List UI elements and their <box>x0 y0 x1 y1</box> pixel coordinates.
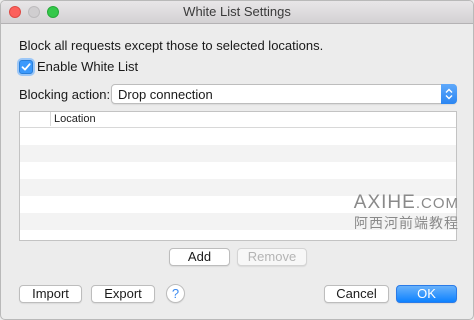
white-list-settings-window: White List Settings Block all requests e… <box>0 0 474 320</box>
title-bar[interactable]: White List Settings <box>1 1 473 24</box>
blocking-action-label: Blocking action: <box>19 87 111 102</box>
enable-white-list-checkbox[interactable] <box>19 59 33 74</box>
blocking-action-value: Drop connection <box>118 87 213 102</box>
add-button[interactable]: Add <box>169 248 230 266</box>
enable-white-list-label[interactable]: Enable White List <box>37 59 138 74</box>
import-button[interactable]: Import <box>19 285 82 303</box>
cancel-button[interactable]: Cancel <box>324 285 389 303</box>
watermark-brand-suffix: .COM <box>415 195 459 212</box>
window-title: White List Settings <box>183 4 291 19</box>
watermark-subtitle: 阿西河前端教程 <box>354 215 459 231</box>
ok-button[interactable]: OK <box>396 285 457 303</box>
location-column-header[interactable]: Location <box>54 113 96 125</box>
description-text: Block all requests except those to selec… <box>19 38 324 53</box>
table-header: Location <box>20 112 456 128</box>
select-arrows-icon[interactable] <box>441 84 457 104</box>
export-button[interactable]: Export <box>91 285 155 303</box>
table-row[interactable] <box>20 145 456 162</box>
checkmark-icon <box>21 62 31 70</box>
watermark-brand: AXIHE.COM <box>354 193 459 214</box>
remove-button[interactable]: Remove <box>237 248 307 266</box>
table-row[interactable] <box>20 162 456 179</box>
table-row[interactable] <box>20 128 456 145</box>
enable-white-list-row[interactable]: Enable White List <box>19 59 138 74</box>
help-button[interactable]: ? <box>166 284 185 303</box>
watermark-brand-main: AXIHE <box>353 192 416 213</box>
column-divider[interactable] <box>50 112 51 126</box>
blocking-action-select[interactable]: Drop connection <box>111 84 457 104</box>
watermark: AXIHE.COM 阿西河前端教程 <box>354 193 459 232</box>
